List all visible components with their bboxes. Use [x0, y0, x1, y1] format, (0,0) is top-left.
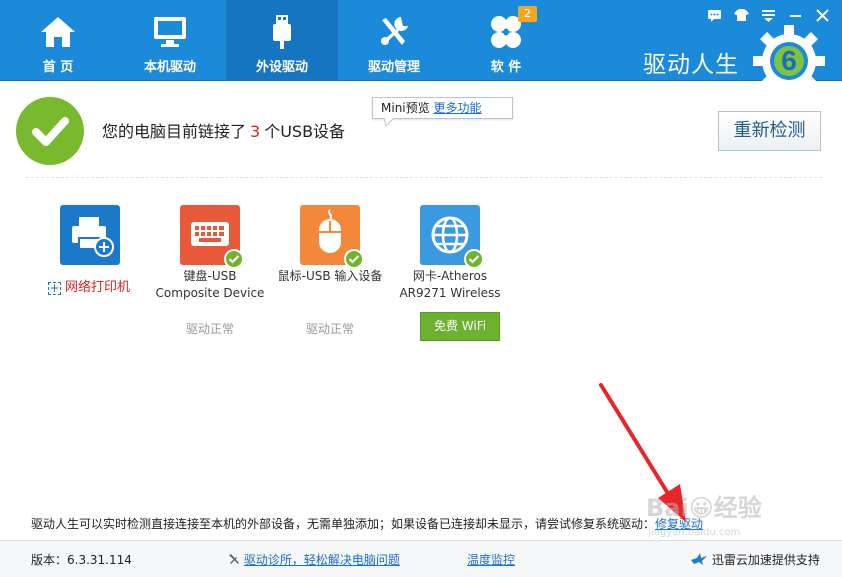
tab-software[interactable]: 软 件 [450, 0, 562, 81]
main-nav: 首 页 本机驱动 外设驱动 驱动管理 软 件 [2, 0, 562, 81]
device-mouse[interactable]: 鼠标-USB 输入设备 驱动正常 [270, 205, 390, 340]
globe-icon [420, 205, 484, 269]
temperature-monitor-link[interactable]: 温度监控 [467, 551, 515, 568]
device-keyboard[interactable]: 键盘-USB Composite Device 驱动正常 [150, 205, 270, 340]
tab-peripheral-drivers[interactable]: 外设驱动 [226, 0, 338, 81]
annotation-arrow [599, 383, 686, 522]
usb-icon [273, 15, 291, 49]
network-printer-label: 网络打印机 [65, 280, 131, 295]
usb-status-message: 您的电脑目前链接了 3 个USB设备 [102, 118, 345, 142]
keyboard-device-name: 键盘-USB Composite Device [155, 269, 265, 300]
status-prefix: 您的电脑目前链接了 [102, 122, 247, 141]
mouse-device-name: 鼠标-USB 输入设备 [277, 269, 383, 283]
tools-icon [381, 17, 408, 45]
drive-life-logo: 6 [753, 25, 825, 97]
status-bar: 版本：6.3.31.114 驱动诊所，轻松解决电脑问题 温度监控 迅雷云加速提供… [0, 540, 842, 577]
status-suffix: 个USB设备 [264, 122, 346, 141]
version-text: 版本：6.3.31.114 [31, 553, 132, 567]
keyboard-driver-status: 驱动正常 [185, 322, 234, 336]
skin-icon[interactable] [728, 5, 755, 25]
tooltip-tail [384, 118, 394, 126]
printer-icon [60, 205, 120, 265]
tab-home-label: 首 页 [42, 60, 74, 75]
tab-local-drivers-label: 本机驱动 [143, 60, 196, 75]
mini-preview-tooltip: Mini预览 更多功能 [372, 97, 513, 119]
monitor-icon [154, 17, 186, 47]
more-features-link[interactable]: 更多功能 [433, 101, 481, 115]
network-device-name: 网卡-Atheros AR9271 Wireless [399, 269, 501, 300]
tab-local-drivers[interactable]: 本机驱动 [114, 0, 226, 81]
mouse-icon [300, 205, 364, 269]
software-update-badge: 2 [518, 6, 537, 22]
chat-icon[interactable] [701, 5, 728, 25]
add-network-printer-link[interactable]: + 网络打印机 [48, 276, 130, 295]
tab-home[interactable]: 首 页 [2, 0, 114, 81]
divider [26, 177, 822, 178]
logo-digit: 6 [781, 45, 797, 76]
driver-clinic-link[interactable]: 驱动诊所，轻松解决电脑问题 [228, 551, 400, 568]
tab-driver-management[interactable]: 驱动管理 [338, 0, 450, 81]
driver-clinic-label: 驱动诊所，轻松解决电脑问题 [243, 553, 400, 567]
free-wifi-button[interactable]: 免费 WiFi [420, 312, 500, 341]
xunlei-cloud-text: 迅雷云加速提供支持 [711, 553, 820, 567]
recheck-button[interactable]: 重新检测 [718, 111, 821, 151]
device-network-adapter[interactable]: 网卡-Atheros AR9271 Wireless 免费 WiFi [390, 205, 510, 345]
tab-software-label: 软 件 [490, 60, 522, 75]
menu-icon[interactable] [755, 5, 782, 25]
mini-preview-label: Mini预览 [381, 101, 430, 115]
bird-icon [691, 553, 707, 565]
window-controls [701, 5, 836, 25]
top-nav-bar: 首 页 本机驱动 外设驱动 驱动管理 软 件 2 驱动人生 6 [0, 0, 842, 97]
mouse-ok-check-icon [344, 249, 364, 269]
xunlei-cloud-credit: 迅雷云加速提供支持 [690, 551, 820, 568]
keyboard-ok-check-icon [224, 249, 244, 269]
wrench-icon [229, 554, 239, 564]
close-icon[interactable] [809, 5, 836, 25]
tab-driver-management-label: 驱动管理 [367, 60, 420, 75]
keyboard-icon [180, 205, 244, 269]
detection-notice-text: 驱动人生可以实时检测直接连接至本机的外部设备，无需单独添加；如果设备已连接却未显… [31, 517, 656, 531]
repair-driver-link[interactable]: 修复驱动 [655, 517, 703, 531]
tab-peripheral-drivers-label: 外设驱动 [255, 60, 308, 75]
status-ok-icon [16, 97, 84, 165]
network-ok-check-icon [464, 249, 484, 269]
minimize-icon[interactable] [782, 5, 809, 25]
brand-name: 驱动人生 [643, 52, 739, 78]
home-icon [41, 17, 75, 47]
add-plus-icon: + [48, 281, 61, 295]
detection-notice: 驱动人生可以实时检测直接连接至本机的外部设备，无需单独添加；如果设备已连接却未显… [31, 515, 703, 532]
mouse-driver-status: 驱动正常 [305, 322, 354, 336]
usb-device-count: 3 [250, 122, 261, 141]
